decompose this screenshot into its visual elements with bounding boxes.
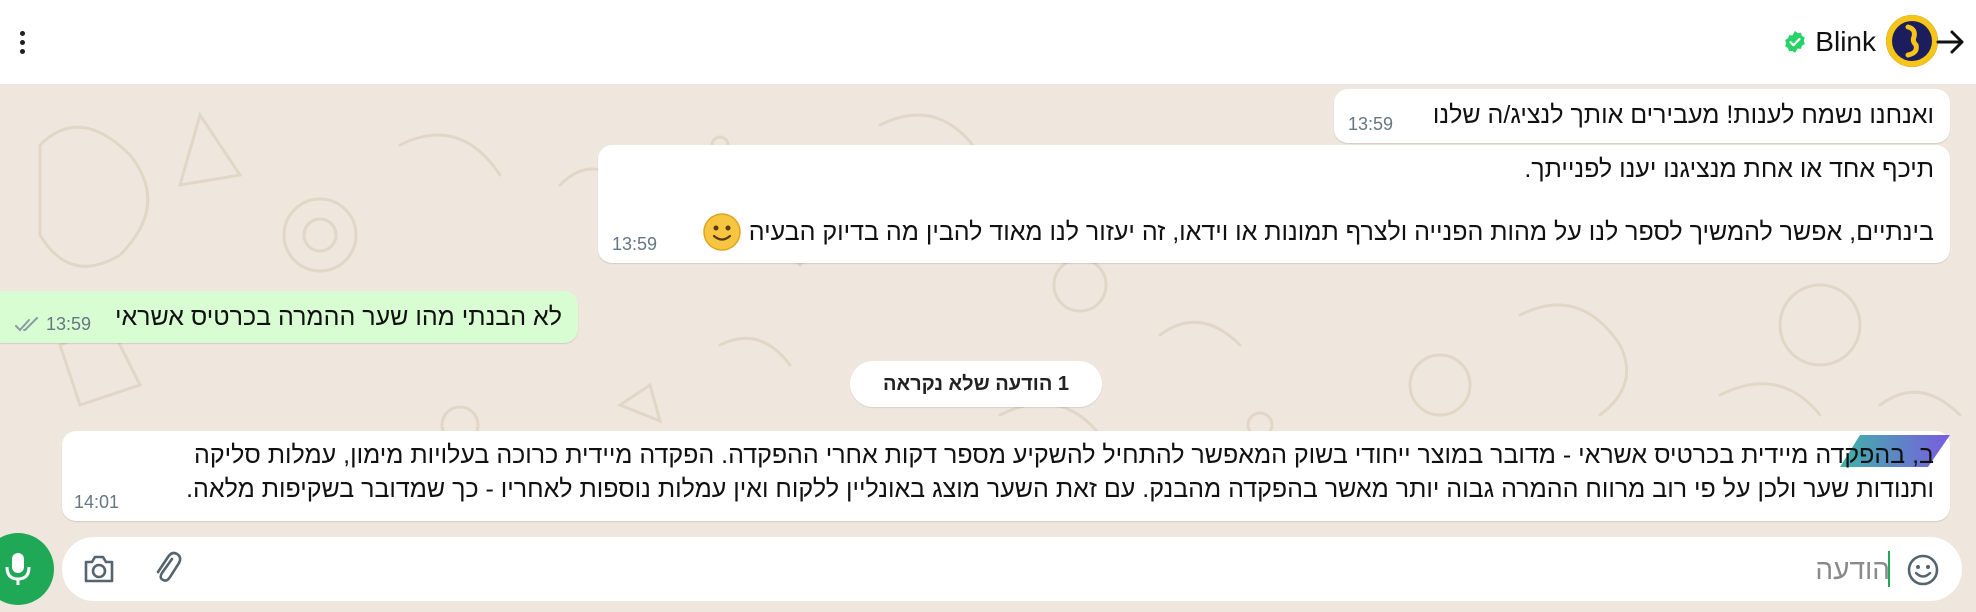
more-options-icon[interactable] [10,24,34,60]
outgoing-message[interactable]: לא הבנתי מהו שער ההמרה בכרטיס אשראי 13:5… [0,291,578,343]
chat-header: Blink [0,0,1976,85]
double-check-icon [15,316,38,331]
message-input-box[interactable] [62,537,1962,601]
microphone-button[interactable] [0,533,54,605]
incoming-message[interactable]: ב, בהפקדה מיידית בכרטיס אשראי - מדובר במ… [62,431,1950,521]
menu-dot [19,48,25,54]
message-line: בינתיים, אפשר להמשיך לספר לנו על מהות הפ… [703,213,1934,251]
unread-messages-banner: 1 הודעה שלא נקראה [850,361,1102,407]
contact-info[interactable]: Blink [1783,24,1876,60]
contact-avatar[interactable] [1886,15,1938,67]
message-text: ב, בהפקדה מיידית בכרטיס אשראי - מדובר במ… [194,441,1934,469]
incoming-message[interactable]: תיכף אחד או אחת מנציגנו יענו לפנייתך. בי… [598,145,1950,263]
verified-badge-icon [1785,31,1806,53]
message-time: 14:01 [74,492,120,512]
message-time: 13:59 [612,234,658,254]
menu-dot [19,30,25,36]
message-text: לא הבנתי מהו שער ההמרה בכרטיס אשראי [114,303,562,331]
text-cursor [1888,551,1890,587]
message-text: ותנודות שער ולכן על פי רוב מרווח ההמרה ג… [186,475,1934,503]
camera-icon[interactable] [82,553,116,585]
message-text: ואנחנו נשמח לענות! מעבירים אותך לנציג/ה … [1432,101,1934,129]
message-time: 13:59 [1348,114,1394,134]
microphone-icon [5,553,31,585]
message-composer [0,527,1976,612]
blink-logo-icon [1886,15,1938,67]
contact-name: Blink [1815,26,1876,57]
incoming-message[interactable]: ואנחנו נשמח לענות! מעבירים אותך לנציג/ה … [1334,89,1950,143]
message-time: 13:59 [46,314,92,334]
message-meta: 13:59 [14,314,91,335]
message-input[interactable] [1288,549,1892,591]
emoji-icon[interactable] [1906,553,1940,587]
message-text: בינתיים, אפשר להמשיך לספר לנו על מהות הפ… [748,217,1934,246]
chat-area[interactable]: ואנחנו נשמח לענות! מעבירים אותך לנציג/ה … [0,85,1976,527]
slightly-smiling-face-emoji [703,213,741,251]
back-arrow-icon[interactable] [1934,22,1966,62]
menu-dot [19,39,25,45]
message-text: תיכף אחד או אחת מנציגנו יענו לפנייתך. [1524,155,1934,183]
paperclip-icon[interactable] [152,551,182,585]
